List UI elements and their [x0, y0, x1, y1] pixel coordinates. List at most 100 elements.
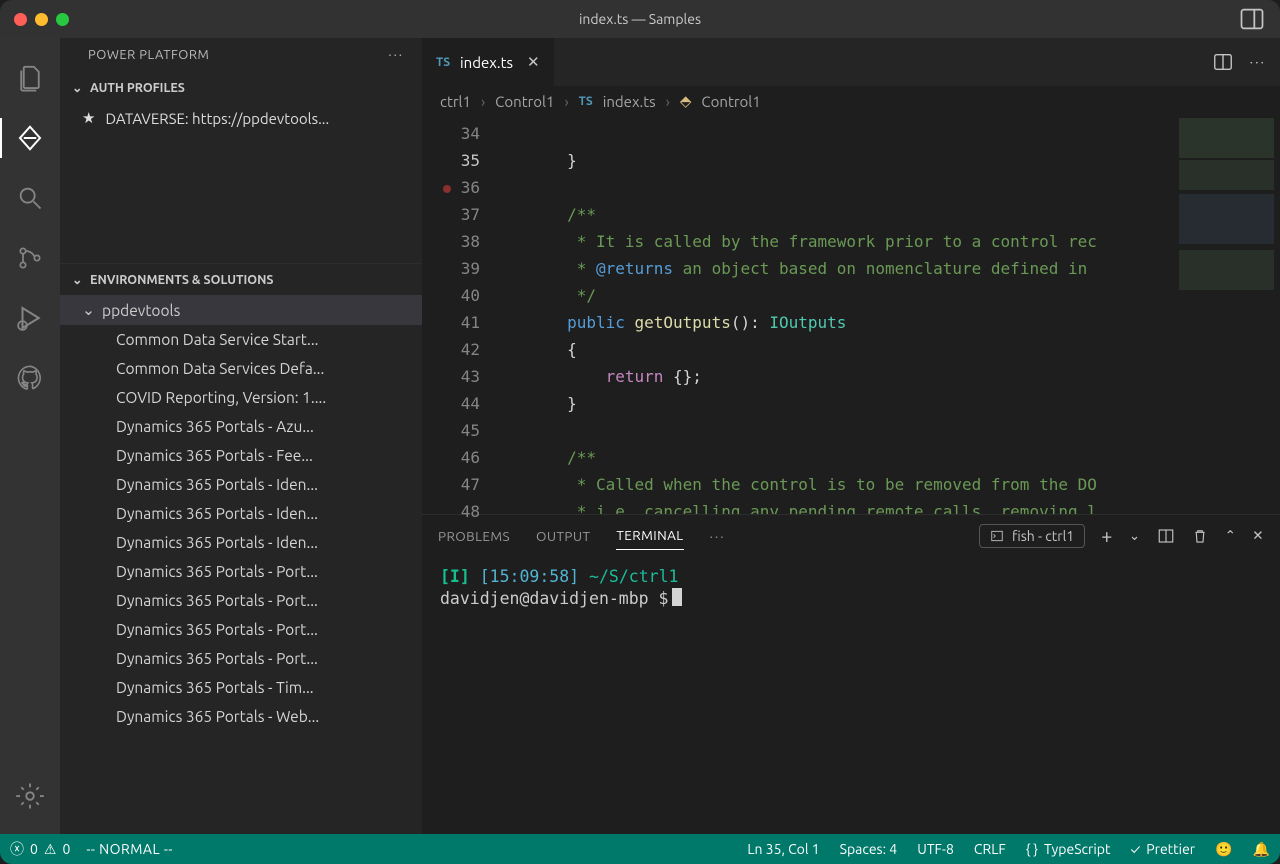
chevron-down-icon: ⌄	[82, 301, 92, 319]
code-line: }	[490, 394, 577, 413]
run-debug-view-icon[interactable]	[0, 290, 60, 346]
power-platform-view-icon[interactable]	[0, 110, 60, 166]
sidebar: POWER PLATFORM ··· ⌄ AUTH PROFILES ★ DAT…	[60, 38, 422, 834]
auth-profile-item[interactable]: ★ DATAVERSE: https://ppdevtools...	[60, 103, 422, 133]
terminal-cursor	[672, 588, 682, 606]
panel-tab-problems[interactable]: PROBLEMS	[438, 522, 510, 550]
solution-item[interactable]: Dynamics 365 Portals - Fee...	[60, 441, 422, 470]
window-controls	[14, 13, 69, 26]
code-line: */	[490, 286, 596, 305]
activity-bar	[0, 38, 60, 834]
notifications-bell-icon[interactable]: 🔔	[1253, 841, 1270, 858]
terminal-shell-selector[interactable]: fish - ctrl1	[979, 524, 1085, 548]
solution-item[interactable]: Dynamics 365 Portals - Azu...	[60, 412, 422, 441]
code-line: * It is called by the framework prior to…	[490, 232, 1097, 251]
github-view-icon[interactable]	[0, 350, 60, 406]
auth-profile-label: DATAVERSE: https://ppdevtools...	[105, 110, 329, 127]
warning-icon: ⚠	[44, 841, 57, 858]
panel-tab-terminal[interactable]: TERMINAL	[616, 521, 683, 550]
new-terminal-icon[interactable]: +	[1101, 524, 1113, 547]
terminal-icon	[990, 529, 1004, 543]
sidebar-more-icon[interactable]: ···	[388, 48, 404, 62]
minimize-window-button[interactable]	[35, 13, 48, 26]
tab-index-ts[interactable]: TS index.ts ✕	[422, 38, 555, 86]
solution-item[interactable]: COVID Reporting, Version: 1....	[60, 383, 422, 412]
solution-name: ppdevtools	[102, 302, 180, 319]
terminal-line: [I] [15:09:58] ~/S/ctrl1	[440, 566, 1262, 588]
auth-profiles-header[interactable]: ⌄ AUTH PROFILES	[60, 72, 422, 103]
code-line: }	[490, 151, 577, 170]
editor-more-icon[interactable]: ···	[1250, 54, 1266, 70]
code-line: {	[490, 340, 577, 359]
settings-gear-icon[interactable]	[0, 768, 60, 824]
terminal-body[interactable]: [I] [15:09:58] ~/S/ctrl1 davidjen@davidj…	[422, 556, 1280, 834]
code-line: * @returns an object based on nomenclatu…	[490, 259, 1097, 278]
breadcrumb-segment[interactable]: index.ts	[603, 93, 656, 110]
braces-icon: { }	[1026, 841, 1038, 857]
chevron-up-icon[interactable]: ⌃	[1225, 527, 1237, 544]
split-editor-icon[interactable]	[1212, 51, 1234, 73]
panel-more-icon[interactable]: ···	[710, 528, 726, 544]
status-eol[interactable]: CRLF	[974, 841, 1006, 857]
close-panel-icon[interactable]: ✕	[1252, 527, 1264, 544]
split-terminal-icon[interactable]	[1157, 527, 1175, 545]
line-gutter[interactable]: 343536373839404142434445464748	[422, 116, 490, 514]
tab-label: index.ts	[460, 54, 513, 71]
status-errors[interactable]: ⓧ0 ⚠0	[10, 839, 70, 859]
code-line: /**	[490, 448, 596, 467]
status-line-col[interactable]: Ln 35, Col 1	[747, 841, 819, 857]
status-encoding[interactable]: UTF-8	[917, 841, 954, 857]
breadcrumb-segment[interactable]: Control1	[701, 93, 760, 110]
zoom-window-button[interactable]	[56, 13, 69, 26]
sidebar-title: POWER PLATFORM	[88, 48, 209, 62]
vim-mode-indicator: -- NORMAL --	[86, 841, 173, 857]
trash-icon[interactable]	[1191, 527, 1209, 545]
solution-item[interactable]: Dynamics 365 Portals - Port...	[60, 586, 422, 615]
error-icon: ⓧ	[10, 839, 24, 859]
close-tab-icon[interactable]: ✕	[527, 53, 540, 71]
feedback-icon[interactable]: 🙂	[1215, 841, 1232, 858]
solution-item[interactable]: Dynamics 365 Portals - Iden...	[60, 499, 422, 528]
solution-item[interactable]: Dynamics 365 Portals - Iden...	[60, 528, 422, 557]
typescript-file-icon: TS	[579, 95, 593, 108]
bottom-panel: PROBLEMS OUTPUT TERMINAL ··· fish - ctrl…	[422, 514, 1280, 834]
solution-item[interactable]: Dynamics 365 Portals - Tim...	[60, 673, 422, 702]
minimap[interactable]	[1172, 116, 1280, 514]
status-prettier[interactable]: ✓Prettier	[1130, 841, 1195, 857]
star-icon: ★	[82, 109, 95, 127]
solution-list: Common Data Service Start...Common Data …	[60, 325, 422, 731]
breadcrumb-segment[interactable]: Control1	[495, 93, 554, 110]
solution-item[interactable]: Dynamics 365 Portals - Port...	[60, 644, 422, 673]
solution-expanded-item[interactable]: ⌄ ppdevtools	[60, 295, 422, 325]
chevron-right-icon: ›	[666, 93, 670, 110]
solution-item[interactable]: Common Data Service Start...	[60, 325, 422, 354]
terminal-line: davidjen@davidjen-mbp $	[440, 588, 1262, 610]
code-line: /**	[490, 205, 596, 224]
code-line: return {};	[490, 367, 702, 386]
status-language[interactable]: { }TypeScript	[1026, 841, 1111, 857]
breadcrumb-segment[interactable]: ctrl1	[440, 93, 471, 110]
environments-header[interactable]: ⌄ ENVIRONMENTS & SOLUTIONS	[60, 263, 422, 295]
code-line: public getOutputs(): IOutputs	[490, 313, 846, 332]
titlebar: index.ts — Samples	[0, 0, 1280, 38]
solution-item[interactable]: Dynamics 365 Portals - Port...	[60, 557, 422, 586]
status-spaces[interactable]: Spaces: 4	[840, 841, 898, 857]
solution-item[interactable]: Common Data Services Defa...	[60, 354, 422, 383]
breadcrumb[interactable]: ctrl1 › Control1 › TS index.ts › ⬘ Contr…	[422, 86, 1280, 116]
chevron-down-icon: ⌄	[72, 272, 82, 287]
terminal-dropdown-icon[interactable]: ⌄	[1129, 527, 1141, 544]
chevron-right-icon: ›	[564, 93, 568, 110]
code-editor[interactable]: } /** * It is called by the framework pr…	[490, 116, 1280, 514]
panel-tab-output[interactable]: OUTPUT	[536, 522, 590, 550]
solution-item[interactable]: Dynamics 365 Portals - Iden...	[60, 470, 422, 499]
solution-item[interactable]: Dynamics 365 Portals - Port...	[60, 615, 422, 644]
search-view-icon[interactable]	[0, 170, 60, 226]
chevron-down-icon: ⌄	[72, 80, 82, 95]
close-window-button[interactable]	[14, 13, 27, 26]
status-bar: ⓧ0 ⚠0 -- NORMAL -- Ln 35, Col 1 Spaces: …	[0, 834, 1280, 864]
panel-layout-icon[interactable]	[1238, 5, 1266, 33]
explorer-view-icon[interactable]	[0, 50, 60, 106]
code-line: * i.e. cancelling any pending remote cal…	[490, 502, 1097, 514]
source-control-view-icon[interactable]	[0, 230, 60, 286]
solution-item[interactable]: Dynamics 365 Portals - Web...	[60, 702, 422, 731]
